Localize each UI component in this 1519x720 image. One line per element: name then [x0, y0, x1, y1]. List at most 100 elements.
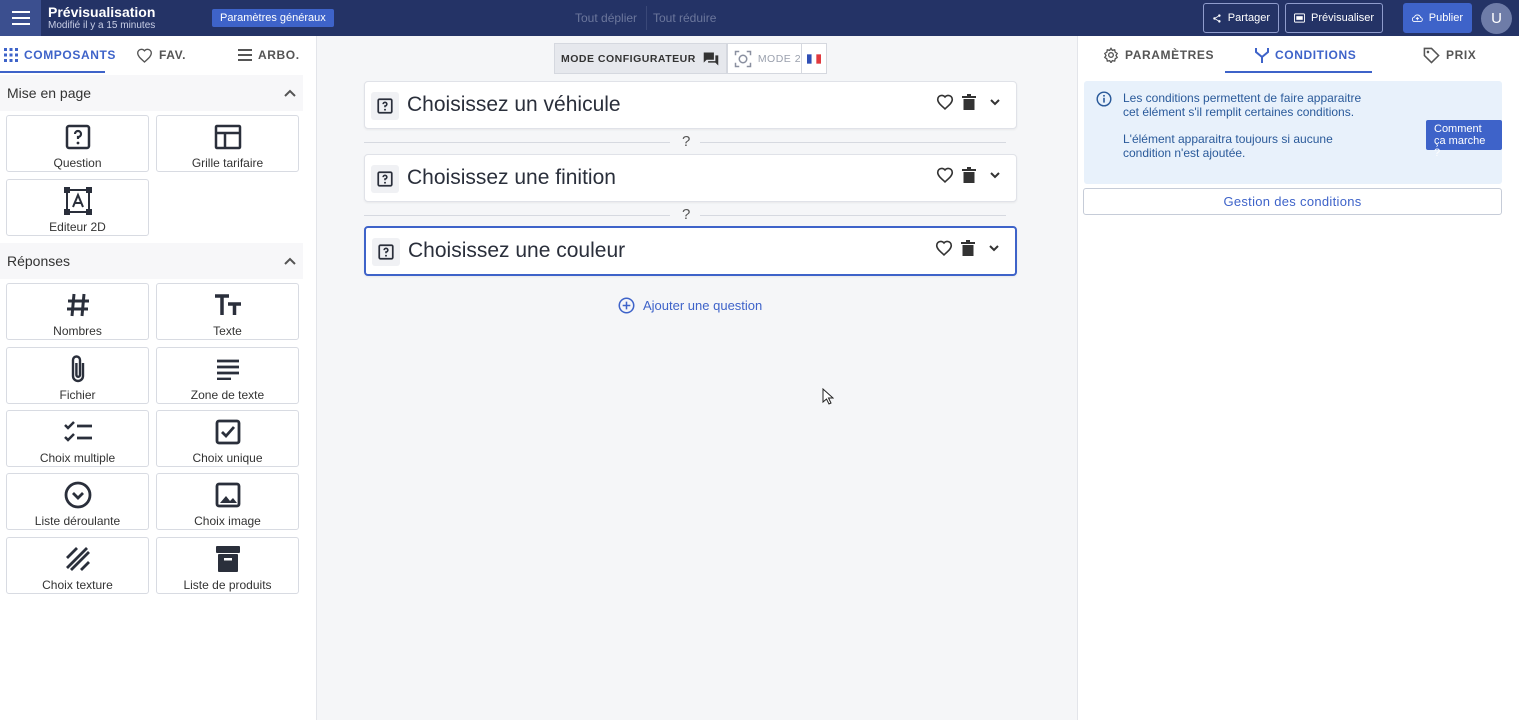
collapse-all-button[interactable]: Tout réduire: [653, 11, 716, 25]
component-multiple-choice[interactable]: Choix multiple: [6, 410, 149, 467]
question-title[interactable]: Choisissez une couleur: [408, 239, 625, 263]
expand-all-button[interactable]: Tout déplier: [575, 11, 637, 25]
dropdown-circle-icon: [64, 481, 91, 509]
how-it-works-button[interactable]: Comment ça marche ?: [1426, 120, 1502, 159]
component-dropdown[interactable]: Liste déroulante: [6, 473, 149, 530]
fork-icon: [1255, 48, 1269, 63]
question-type-icon: [371, 165, 399, 193]
question-card[interactable]: Choisissez une finition: [364, 154, 1017, 202]
component-label: Nombres: [53, 324, 102, 338]
heart-icon[interactable]: [935, 240, 953, 256]
table-icon: [214, 124, 241, 150]
section-layout[interactable]: Mise en page: [0, 75, 303, 111]
trash-icon[interactable]: [962, 94, 976, 110]
condition-marker: ?: [682, 206, 691, 223]
hash-icon: [66, 293, 89, 317]
general-params-button[interactable]: Paramètres généraux: [212, 9, 334, 27]
tab-conditions-label: CONDITIONS: [1275, 48, 1357, 62]
texture-icon: [65, 547, 90, 571]
tab-components-label: COMPOSANTS: [24, 48, 117, 62]
component-label: Choix multiple: [39, 451, 116, 465]
menu-button[interactable]: [0, 0, 41, 36]
chevron-down-icon[interactable]: [984, 167, 1006, 183]
tab-price[interactable]: PRIX: [1423, 36, 1476, 74]
component-numbers[interactable]: Nombres: [6, 283, 149, 340]
component-single-choice[interactable]: Choix unique: [156, 410, 299, 467]
component-2d-editor[interactable]: Editeur 2D: [6, 179, 149, 236]
language-flag-button[interactable]: [801, 43, 827, 74]
price-tag-icon: [1423, 47, 1440, 64]
condition-connector[interactable]: ?: [364, 131, 1017, 153]
section-answers[interactable]: Réponses: [0, 243, 303, 279]
text-format-icon: [214, 294, 241, 315]
component-file[interactable]: Fichier: [6, 347, 149, 404]
chevron-down-icon[interactable]: [983, 240, 1005, 256]
tab-tree[interactable]: ARBO.: [238, 36, 300, 74]
question-card-selected[interactable]: Choisissez une couleur: [364, 226, 1017, 276]
left-tabs: COMPOSANTS FAV. ARBO.: [0, 36, 317, 74]
component-texture-choice[interactable]: Choix texture: [6, 537, 149, 594]
component-text-area[interactable]: Zone de texte: [156, 347, 299, 404]
checklist-icon: [63, 421, 92, 442]
component-label: Choix image: [194, 514, 261, 528]
last-modified: Modifié il y a 15 minutes: [48, 20, 156, 31]
preview-button[interactable]: Prévisualiser: [1285, 3, 1383, 33]
mode-switcher: MODE CONFIGURATEUR MODE 2D: [554, 43, 817, 74]
info-icon: [1096, 91, 1112, 107]
avatar[interactable]: U: [1481, 3, 1512, 34]
question-card[interactable]: Choisissez un véhicule: [364, 81, 1017, 129]
trash-icon[interactable]: [961, 240, 975, 256]
heart-icon[interactable]: [936, 167, 954, 183]
scan-2d-icon: [734, 50, 752, 67]
heart-icon[interactable]: [936, 94, 954, 110]
info-paragraph: L'élément apparaitra toujours si aucune …: [1123, 132, 1333, 160]
section-answers-label: Réponses: [7, 253, 71, 269]
tab-parameters-label: PARAMÈTRES: [1125, 48, 1215, 62]
gear-icon: [1103, 47, 1119, 63]
question-title[interactable]: Choisissez un véhicule: [407, 93, 621, 117]
tab-favorites[interactable]: FAV.: [136, 36, 186, 74]
page-title: Prévisualisation: [48, 4, 156, 20]
component-question[interactable]: Question: [6, 115, 149, 172]
question-box-icon: [65, 124, 90, 150]
section-layout-label: Mise en page: [7, 85, 92, 101]
tab-parameters[interactable]: PARAMÈTRES: [1103, 36, 1214, 74]
add-question-button[interactable]: Ajouter une question: [618, 297, 762, 314]
question-title[interactable]: Choisissez une finition: [407, 166, 616, 190]
question-actions: [936, 167, 1006, 183]
question-type-icon: [372, 238, 400, 266]
active-tab-indicator: [1225, 71, 1372, 73]
question-type-icon: [371, 92, 399, 120]
component-label: Grille tarifaire: [191, 156, 264, 170]
chevron-down-icon[interactable]: [984, 94, 1006, 110]
manage-conditions-button[interactable]: Gestion des conditions: [1083, 188, 1502, 215]
publish-button[interactable]: Publier: [1403, 3, 1472, 33]
component-image-choice[interactable]: Choix image: [156, 473, 299, 530]
properties-panel: PARAMÈTRES CONDITIONS PRIX Les condition…: [1077, 36, 1519, 720]
editor-2d-icon: [63, 187, 92, 215]
chevron-up-icon: [284, 257, 296, 265]
condition-connector[interactable]: ?: [364, 204, 1017, 226]
components-panel: COMPOSANTS FAV. ARBO. Mise en page Quest…: [0, 36, 317, 720]
divider: [700, 142, 1006, 143]
share-icon: [1213, 13, 1221, 23]
component-text[interactable]: Texte: [156, 283, 299, 340]
divider: [364, 142, 670, 143]
component-label: Zone de texte: [190, 388, 265, 402]
trash-icon[interactable]: [962, 167, 976, 183]
share-button[interactable]: Partager: [1203, 3, 1279, 33]
component-product-list[interactable]: Liste de produits: [156, 537, 299, 594]
tab-conditions[interactable]: CONDITIONS: [1255, 36, 1356, 74]
tab-price-label: PRIX: [1446, 48, 1477, 62]
heart-icon: [136, 48, 153, 63]
preview-icon: [1294, 13, 1306, 23]
question-box-icon: [378, 244, 394, 260]
divider: [646, 6, 647, 30]
divider: [364, 215, 670, 216]
component-price-grid[interactable]: Grille tarifaire: [156, 115, 299, 172]
tab-components[interactable]: COMPOSANTS: [4, 36, 116, 74]
divider: [700, 215, 1006, 216]
component-label: Liste déroulante: [34, 514, 121, 528]
mode-configurator-button[interactable]: MODE CONFIGURATEUR: [554, 43, 727, 74]
component-label: Fichier: [59, 388, 96, 402]
